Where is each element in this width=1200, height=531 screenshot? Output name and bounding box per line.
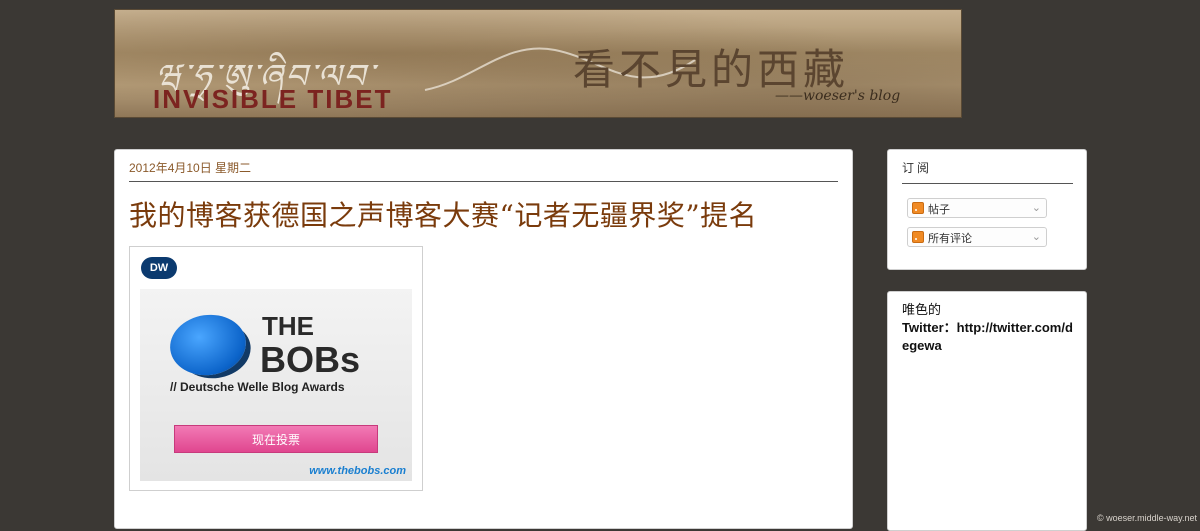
rss-icon xyxy=(912,231,924,243)
post-title[interactable]: 我的博客获德国之声博客大赛“记者无疆界奖”提名 xyxy=(129,194,757,234)
twitter-text: 唯色的 Twitter：http://twitter.com/degewa xyxy=(902,301,1074,355)
bobs-award-widget[interactable]: DW THE BOBs // Deutsche Welle Blog Award… xyxy=(129,246,423,491)
blog-header-banner[interactable]: ཝ་ཧྲ་ཨུ་ཞིབ་ལབ་ INVISIBLE TIBET 看不見的西藏 —… xyxy=(114,9,962,118)
twitter-link[interactable]: Twitter：http://twitter.com/degewa xyxy=(902,319,1074,355)
twitter-label: 唯色的 xyxy=(902,302,942,317)
vote-now-button[interactable]: 现在投票 xyxy=(174,425,378,453)
date-divider xyxy=(129,181,838,182)
feed-comments-dropdown[interactable]: 所有评论 ⌄ xyxy=(907,227,1047,247)
subscribe-divider xyxy=(902,183,1073,184)
rss-icon xyxy=(912,202,924,214)
site-credit: © woeser.middle-way.net xyxy=(1096,513,1197,523)
bobs-the-text: THE xyxy=(262,311,314,341)
bobs-url-link[interactable]: www.thebobs.com xyxy=(309,465,406,477)
post-date: 2012年4月10日 星期二 xyxy=(129,161,252,175)
dw-logo: DW xyxy=(141,257,177,279)
bobs-logo-icon xyxy=(166,310,250,380)
subscribe-widget: 订阅 帖子 ⌄ 所有评论 ⌄ xyxy=(887,149,1087,270)
bobs-panel: THE BOBs // Deutsche Welle Blog Awards 现… xyxy=(140,289,412,481)
banner-subtitle: ——woeser's blog xyxy=(775,88,901,104)
chevron-down-icon: ⌄ xyxy=(1031,201,1041,214)
feed-label: 帖子 xyxy=(928,203,950,216)
post-card: 2012年4月10日 星期二 我的博客获德国之声博客大赛“记者无疆界奖”提名 D… xyxy=(114,149,853,529)
chevron-down-icon: ⌄ xyxy=(1031,230,1041,243)
feed-posts-dropdown[interactable]: 帖子 ⌄ xyxy=(907,198,1047,218)
subscribe-title: 订阅 xyxy=(902,161,933,175)
banner-title: INVISIBLE TIBET xyxy=(153,84,393,114)
twitter-widget: 唯色的 Twitter：http://twitter.com/degewa xyxy=(887,291,1087,531)
bobs-subtitle: // Deutsche Welle Blog Awards xyxy=(170,380,345,394)
feed-label: 所有评论 xyxy=(928,232,972,245)
bobs-name-text: BOBs xyxy=(260,339,361,380)
